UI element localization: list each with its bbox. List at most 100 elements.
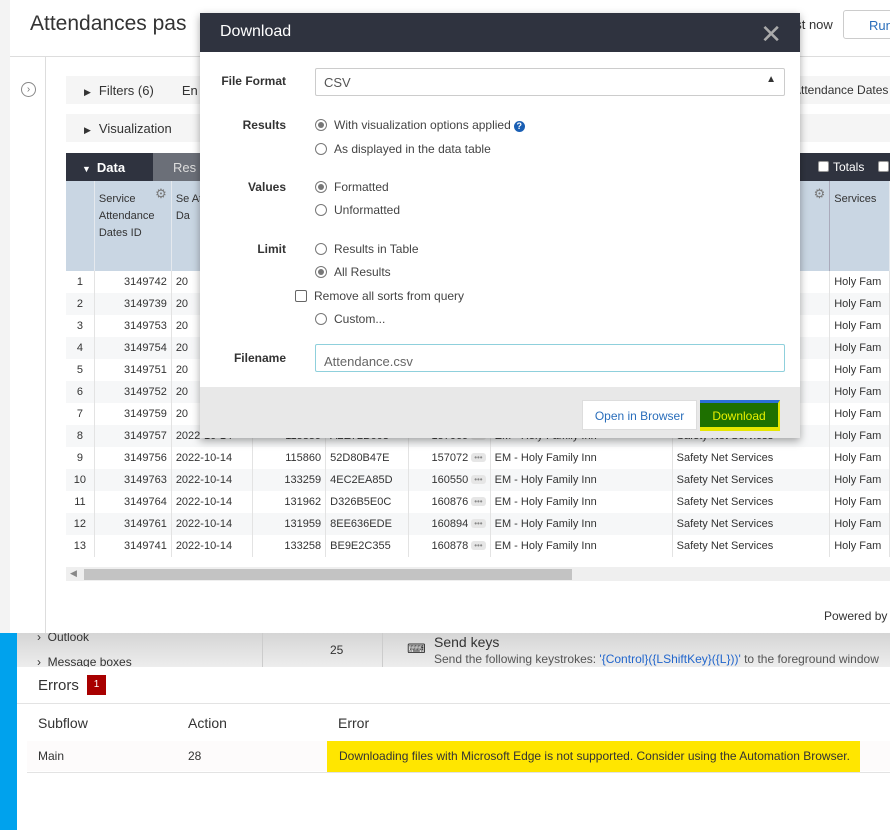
caret-down-icon: ▼ xyxy=(82,164,91,174)
checkbox-icon xyxy=(818,161,829,172)
table-row[interactable]: 13 3149741 2022-10-14 133258 BE9E2C355 160878… xyxy=(66,535,890,557)
filename-input[interactable] xyxy=(315,344,785,372)
column-header[interactable]: Service Attendance Dates ID ⚙ xyxy=(94,181,172,271)
more-icon[interactable]: ••• xyxy=(471,453,486,462)
gear-icon[interactable]: ⚙ xyxy=(814,185,826,202)
table-cell: Holy Fam xyxy=(829,425,890,447)
table-cell: 3149756 xyxy=(94,447,172,469)
option-label: Results in Table xyxy=(334,242,419,256)
table-row[interactable]: 12 3149761 2022-10-14 131959 8EE636EDE 160894… xyxy=(66,513,890,535)
cell-value: 20 xyxy=(175,386,189,398)
cell-value: 3149764 xyxy=(123,496,167,508)
table-cell: 115860 xyxy=(252,447,327,469)
actions-group-message-boxes[interactable]: › Message boxes xyxy=(37,655,132,667)
all-results-radio[interactable]: All Results xyxy=(315,265,391,279)
custom-radio[interactable]: Custom... xyxy=(315,312,385,326)
cell-value: 3149756 xyxy=(123,452,167,464)
error-subflow: Main xyxy=(38,749,65,763)
cell-value: 3 xyxy=(76,320,83,332)
header-label: Services xyxy=(834,193,877,205)
open-in-browser-button[interactable]: Open in Browser xyxy=(582,400,697,430)
scroll-left-icon[interactable]: ◀ xyxy=(70,568,77,579)
table-cell: 160878 ••• xyxy=(408,535,491,557)
help-icon[interactable]: ? xyxy=(513,121,525,132)
run-button[interactable]: Run xyxy=(843,10,890,39)
more-icon[interactable]: ••• xyxy=(471,519,486,528)
horizontal-scrollbar[interactable]: ◀ xyxy=(66,567,890,581)
checkbox-icon xyxy=(295,290,307,302)
scrollbar-thumb[interactable] xyxy=(84,569,572,580)
download-button[interactable]: Download xyxy=(700,400,780,431)
table-cell: 131962 xyxy=(252,491,327,513)
cell-value: Holy Fam xyxy=(834,496,882,508)
column-header[interactable] xyxy=(66,181,95,271)
cell-value: EM - Holy Family Inn xyxy=(494,474,597,486)
keyboard-icon: ⌨ xyxy=(407,641,426,656)
file-format-select[interactable]: CSV ▲ xyxy=(315,68,785,96)
cell-value: Safety Net Services xyxy=(676,518,774,530)
filters-summary: En xyxy=(181,83,198,98)
table-cell: Safety Net Services xyxy=(672,491,831,513)
table-cell: 4EC2EA85D xyxy=(325,469,410,491)
table-cell: EM - Holy Family Inn xyxy=(490,513,673,535)
dialog-title: Download xyxy=(220,23,292,40)
results-in-table-radio[interactable]: Results in Table xyxy=(315,242,419,256)
cell-value: 20 xyxy=(175,298,189,310)
table-cell: Holy Fam xyxy=(829,315,890,337)
action-title[interactable]: Send keys xyxy=(434,634,499,650)
table-cell: 6 xyxy=(66,381,95,403)
table-row[interactable]: 10 3149763 2022-10-14 133259 4EC2EA85D 160550… xyxy=(66,469,890,491)
more-icon[interactable]: ••• xyxy=(471,497,486,506)
table-cell: 3149763 xyxy=(94,469,172,491)
cell-value: 6 xyxy=(76,386,83,398)
more-icon[interactable]: ••• xyxy=(471,541,486,550)
radio-icon xyxy=(315,313,327,325)
table-cell: Safety Net Services xyxy=(672,469,831,491)
formatted-radio[interactable]: Formatted xyxy=(315,180,389,194)
table-cell: 157072 ••• xyxy=(408,447,491,469)
dialog-header: Download xyxy=(200,13,800,52)
column-header[interactable]: Services xyxy=(829,181,890,271)
filename-label: Filename xyxy=(233,351,286,365)
remove-sorts-checkbox[interactable]: Remove all sorts from query xyxy=(295,289,464,303)
cell-value: EM - Holy Family Inn xyxy=(494,496,597,508)
unformatted-radio[interactable]: Unformatted xyxy=(315,203,400,217)
table-cell: 9 xyxy=(66,447,95,469)
cell-value: 11 xyxy=(74,496,86,508)
action-description: Send the following keystrokes: '{Control… xyxy=(434,652,879,666)
option-label: Remove all sorts from query xyxy=(314,289,465,303)
gear-icon[interactable]: ⚙ xyxy=(155,185,167,202)
cell-value: 3149763 xyxy=(123,474,167,486)
table-cell: 10 xyxy=(66,469,95,491)
table-row[interactable]: 11 3149764 2022-10-14 131962 D326B5E0C 160876… xyxy=(66,491,890,513)
expand-panel-icon[interactable]: › xyxy=(21,82,36,97)
divider xyxy=(27,772,890,773)
close-icon[interactable]: ✕ xyxy=(760,19,782,50)
column-action[interactable]: Action xyxy=(188,715,227,731)
select-value: CSV xyxy=(324,75,351,90)
option-label: All Results xyxy=(334,265,391,279)
actions-group-outlook[interactable]: › Outlook xyxy=(37,633,89,644)
results-visualization-radio[interactable]: With visualization options applied? xyxy=(315,118,525,132)
cell-value: 160894 xyxy=(431,518,469,530)
table-cell: Holy Fam xyxy=(829,535,890,557)
results-label: Results xyxy=(242,118,286,132)
cell-value: BE9E2C355 xyxy=(330,540,391,552)
cell-value: 12 xyxy=(73,518,87,530)
cell-value: Holy Fam xyxy=(834,518,882,530)
cell-value: 3149751 xyxy=(123,364,167,376)
radio-selected-icon xyxy=(315,119,327,131)
results-table-radio[interactable]: As displayed in the data table xyxy=(315,142,491,156)
cell-value: Holy Fam xyxy=(834,276,882,288)
tab-data[interactable]: ▼ Data xyxy=(66,153,153,181)
column-subflow[interactable]: Subflow xyxy=(38,715,88,731)
more-icon[interactable]: ••• xyxy=(471,475,486,484)
column-error[interactable]: Error xyxy=(338,715,369,731)
option-label: Unformatted xyxy=(334,203,401,217)
table-row[interactable]: 9 3149756 2022-10-14 115860 52D80B47E 157072 •… xyxy=(66,447,890,469)
cell-value: Holy Fam xyxy=(834,320,882,332)
table-cell: 7 xyxy=(66,403,95,425)
table-cell: 160876 ••• xyxy=(408,491,491,513)
totals-checkbox[interactable]: Totals xyxy=(818,160,864,174)
subtotals-checkbox[interactable]: S xyxy=(878,160,890,174)
